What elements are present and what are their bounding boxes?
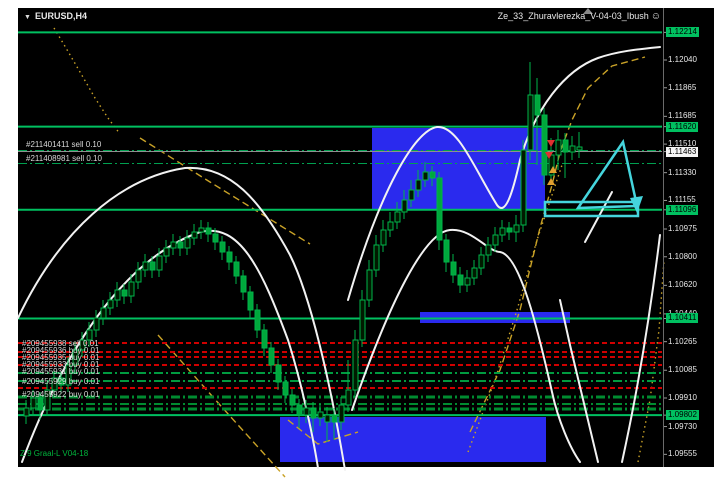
mt4-chart-window: ▼ EURUSD,H4 Ze_33_Zhuravlerezka_V-04-03_I… <box>0 0 717 478</box>
current-price-tag: 1.11463 <box>666 147 698 157</box>
axis-price-label: 1.10800 <box>666 252 699 262</box>
symbol-timeframe-label[interactable]: ▼ EURUSD,H4 <box>24 11 87 21</box>
order-label: #211408981 sell 0.10 <box>26 155 102 163</box>
level-price-tag: 1.12214 <box>666 27 699 37</box>
order-label: #209455929 buy 0.01 <box>22 378 99 386</box>
horizontal-order-lines <box>18 151 662 410</box>
axis-price-label: 1.09730 <box>666 422 699 432</box>
axis-price-label: 1.10620 <box>666 280 699 290</box>
indicator-title-text: Ze_33_Zhuravlerezka_V-04-03_Ibush <box>498 11 649 21</box>
axis-price-label: 1.09910 <box>666 393 699 403</box>
price-axis-separator <box>663 8 664 467</box>
axis-price-label: 1.12040 <box>666 55 699 65</box>
axis-price-label: 1.11865 <box>666 83 698 93</box>
indicator-title: Ze_33_Zhuravlerezka_V-04-03_Ibush☺ <box>498 11 661 22</box>
axis-price-label: 1.10975 <box>666 224 699 234</box>
chart-graphics <box>0 0 717 478</box>
axis-price-label: 1.11330 <box>666 168 698 178</box>
axis-price-label: 1.10085 <box>666 365 699 375</box>
order-label: #209455922 buy 0.01 <box>22 391 99 399</box>
smiley-icon: ☺ <box>651 11 661 22</box>
level-price-tag: 1.09802 <box>666 410 699 420</box>
order-label: #209455931 buy 0.01 <box>22 368 99 376</box>
axis-price-label: 1.10265 <box>666 337 699 347</box>
level-price-tag: 1.10411 <box>666 313 698 323</box>
indicator-name-label: Z 9 Graal-L V04-18 <box>20 449 88 458</box>
chevron-down-icon: ▼ <box>24 14 31 21</box>
symbol-text: EURUSD,H4 <box>35 11 87 21</box>
order-label: #211401411 sell 0.10 <box>26 141 101 149</box>
axis-price-label: 1.11685 <box>666 111 698 121</box>
axis-price-label: 1.09555 <box>666 449 699 459</box>
level-price-tag: 1.11620 <box>666 122 698 132</box>
level-price-tag: 1.11096 <box>666 205 698 215</box>
